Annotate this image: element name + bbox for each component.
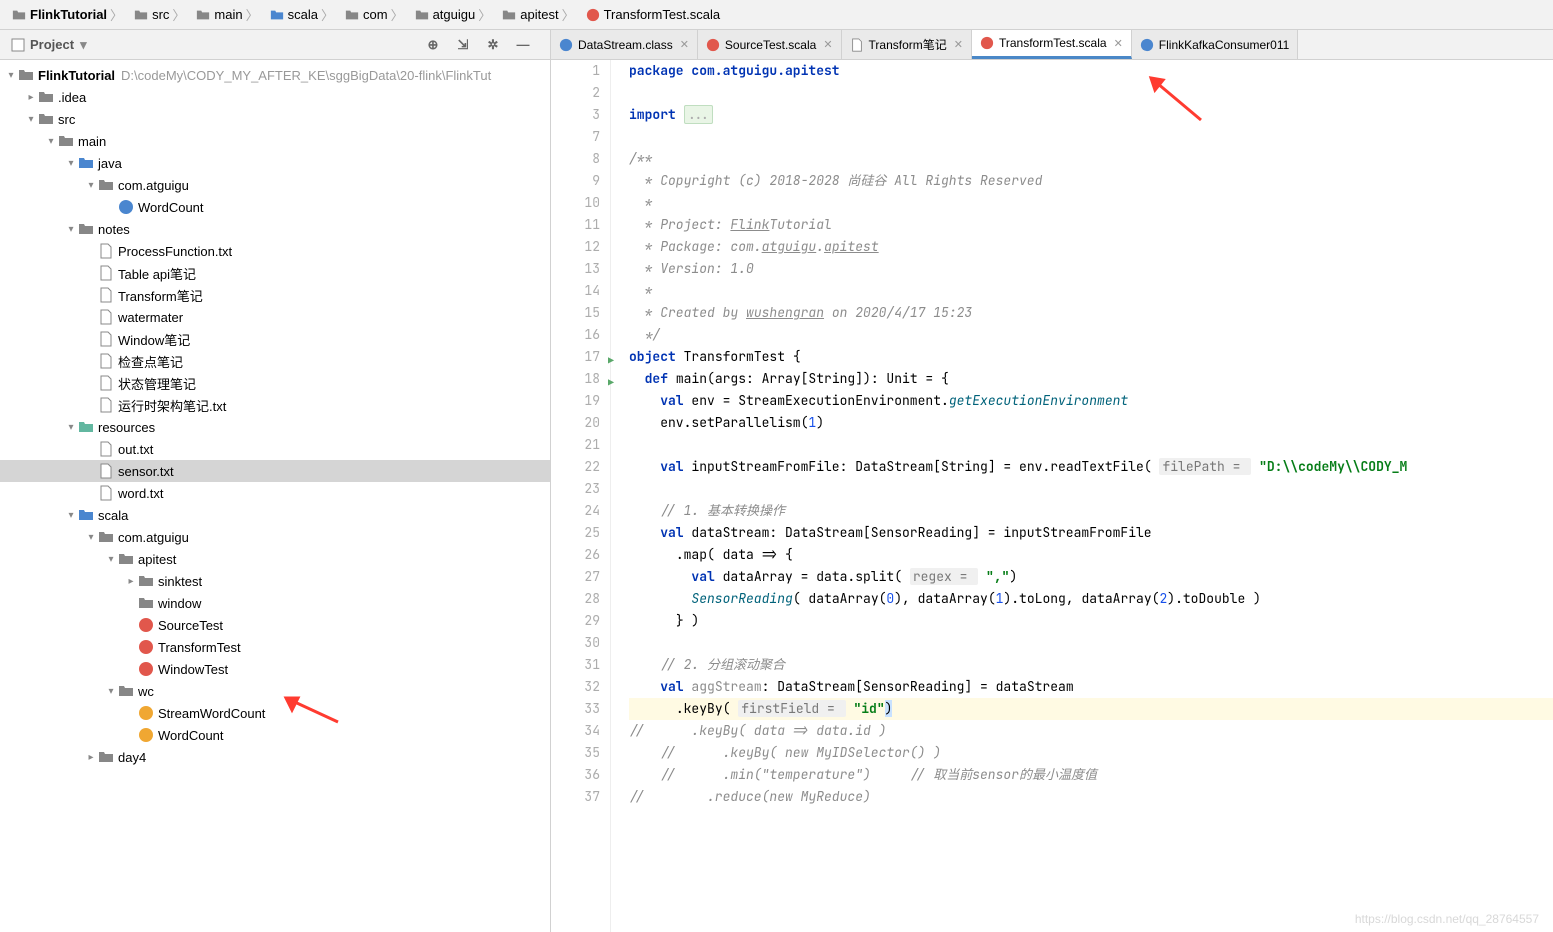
crumb[interactable]: atguigu〉 — [411, 5, 499, 24]
tree-main[interactable]: ▾main — [0, 130, 550, 152]
tree-transformtest[interactable]: TransformTest — [0, 636, 550, 658]
tree-wc[interactable]: ▾wc — [0, 680, 550, 702]
tree-scala-pkg[interactable]: ▾com.atguigu — [0, 526, 550, 548]
close-icon[interactable]: ✕ — [680, 38, 689, 51]
main-split: ▾FlinkTutorialD:\codeMy\CODY_MY_AFTER_KE… — [0, 60, 1553, 932]
crumb[interactable]: src〉 — [130, 5, 192, 24]
tree-wc-obj[interactable]: WordCount — [0, 724, 550, 746]
tree-windowtest[interactable]: WindowTest — [0, 658, 550, 680]
editor-tabs: DataStream.class✕ SourceTest.scala✕ Tran… — [551, 30, 1553, 59]
tree-wordcount[interactable]: WordCount — [0, 196, 550, 218]
tree-scala[interactable]: ▾scala — [0, 504, 550, 526]
settings-icon[interactable]: ✲ — [484, 36, 502, 54]
project-tree[interactable]: ▾FlinkTutorialD:\codeMy\CODY_MY_AFTER_KE… — [0, 60, 551, 932]
tree-file[interactable]: Transform笔记 — [0, 284, 550, 306]
close-icon[interactable]: ✕ — [1114, 37, 1123, 50]
tree-idea[interactable]: ▸.idea — [0, 86, 550, 108]
tree-notes[interactable]: ▾notes — [0, 218, 550, 240]
toolbar-row: Project▾ ⊕ ⇲ ✲ — DataStream.class✕ Sourc… — [0, 30, 1553, 60]
hide-icon[interactable]: — — [514, 36, 532, 54]
tree-java-pkg[interactable]: ▾com.atguigu — [0, 174, 550, 196]
tab-transformtest[interactable]: TransformTest.scala✕ — [972, 30, 1132, 59]
close-icon[interactable]: ✕ — [823, 38, 832, 51]
tree-sinktest[interactable]: ▸sinktest — [0, 570, 550, 592]
tree-file[interactable]: 检查点笔记 — [0, 350, 550, 372]
project-tool-window-header[interactable]: Project▾ ⊕ ⇲ ✲ — — [0, 30, 551, 59]
tree-file[interactable]: Window笔记 — [0, 328, 550, 350]
tree-file[interactable]: out.txt — [0, 438, 550, 460]
expand-icon[interactable]: ⇲ — [454, 36, 472, 54]
tab-datastream[interactable]: DataStream.class✕ — [551, 30, 698, 59]
tree-day4[interactable]: ▸day4 — [0, 746, 550, 768]
tree-streamwc[interactable]: StreamWordCount — [0, 702, 550, 724]
crumb[interactable]: main〉 — [192, 5, 265, 24]
crumb-file[interactable]: TransformTest.scala — [582, 7, 725, 22]
tree-file[interactable]: word.txt — [0, 482, 550, 504]
tree-file-sensor[interactable]: sensor.txt — [0, 460, 550, 482]
breadcrumbs: FlinkTutorial〉 src〉 main〉 scala〉 com〉 at… — [0, 0, 1553, 30]
tab-flinkkafka[interactable]: FlinkKafkaConsumer011 — [1132, 30, 1299, 59]
crumb-root[interactable]: FlinkTutorial〉 — [8, 5, 130, 24]
tab-transform-note[interactable]: Transform笔记✕ — [842, 30, 972, 59]
tree-file[interactable]: 运行时架构笔记.txt — [0, 394, 550, 416]
tree-java[interactable]: ▾java — [0, 152, 550, 174]
tree-file[interactable]: 状态管理笔记 — [0, 372, 550, 394]
code-area[interactable]: package com.atguigu.apitest import ... /… — [611, 60, 1553, 932]
tree-root[interactable]: ▾FlinkTutorialD:\codeMy\CODY_MY_AFTER_KE… — [0, 64, 550, 86]
crumb[interactable]: scala〉 — [266, 5, 341, 24]
tree-file[interactable]: ProcessFunction.txt — [0, 240, 550, 262]
crumb[interactable]: com〉 — [341, 5, 411, 24]
tree-window[interactable]: window — [0, 592, 550, 614]
tree-src[interactable]: ▾src — [0, 108, 550, 130]
watermark: https://blog.csdn.net/qq_28764557 — [1355, 912, 1539, 926]
gutter: 1237891011121314151617▶18▶19202122232425… — [551, 60, 611, 932]
tree-file[interactable]: watermater — [0, 306, 550, 328]
tree-resources[interactable]: ▾resources — [0, 416, 550, 438]
tree-apitest[interactable]: ▾apitest — [0, 548, 550, 570]
tree-file[interactable]: Table api笔记 — [0, 262, 550, 284]
tree-sourcetest[interactable]: SourceTest — [0, 614, 550, 636]
code-editor[interactable]: 1237891011121314151617▶18▶19202122232425… — [551, 60, 1553, 932]
locate-icon[interactable]: ⊕ — [424, 36, 442, 54]
tab-sourcetest[interactable]: SourceTest.scala✕ — [698, 30, 842, 59]
close-icon[interactable]: ✕ — [954, 38, 963, 51]
crumb[interactable]: apitest〉 — [498, 5, 581, 24]
